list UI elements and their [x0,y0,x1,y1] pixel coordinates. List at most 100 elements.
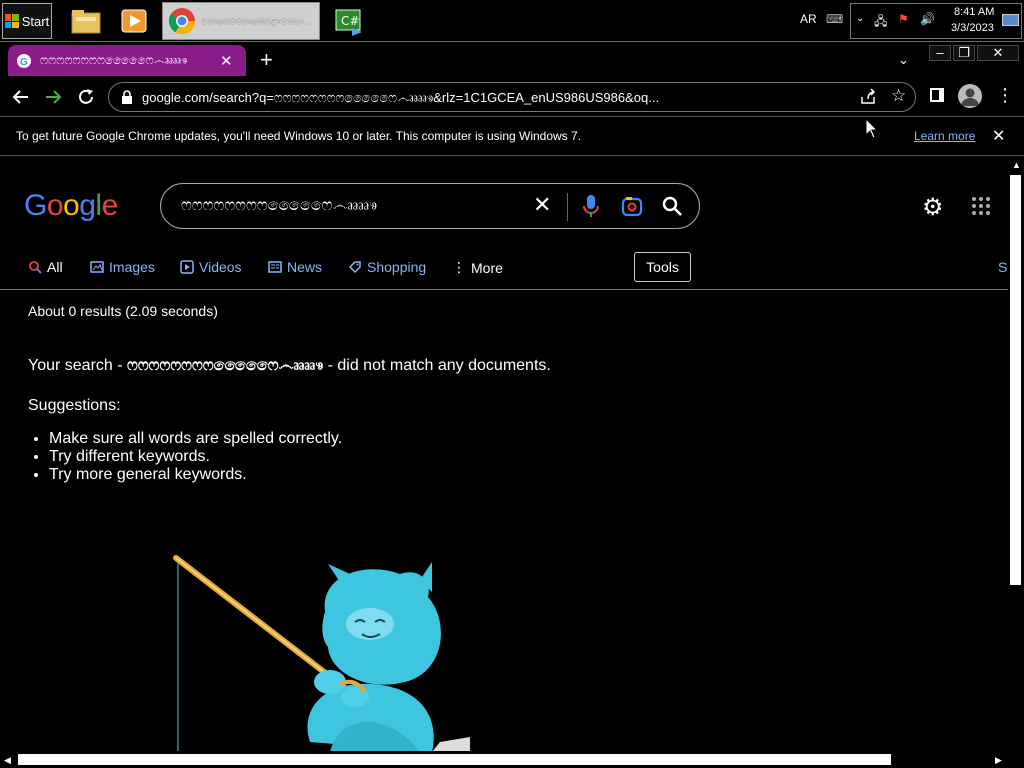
no-match-suffix: - did not match any documents. [323,357,551,374]
lock-icon[interactable] [121,90,133,104]
scroll-right-arrow-icon[interactable]: ▶ [995,755,1002,766]
video-icon [180,260,194,274]
image-icon [90,261,104,273]
vertical-scroll-thumb[interactable] [1010,175,1021,585]
reload-icon [79,89,93,104]
learn-more-link[interactable]: Learn more [914,129,975,143]
start-button[interactable]: Start [2,3,52,39]
new-tab-button[interactable]: + [260,49,273,71]
show-hidden-icons-icon[interactable]: ⌄ [856,13,864,24]
chrome-taskbar-button[interactable]: ශෞෂ෧ෂෙෞෂ෧ළෞෂෙෞ... [162,2,320,40]
tab-images-label: Images [109,259,155,275]
result-stats: About 0 results (2.09 seconds) [28,303,218,319]
bookmark-star-icon[interactable]: ☆ [891,86,906,106]
suggestions-heading: Suggestions: [28,397,121,414]
news-icon [268,261,282,273]
csharp-taskbar-icon[interactable]: C# [330,4,366,38]
suggestion-item: Try more general keywords. [49,466,342,484]
tab-strip: G ෆෆෆෆෆෆෆෆෆෙෙෛෙ෴ෲෲෳ ✕ + ⌄ – ❐ ✕ [0,43,1024,78]
infobar-message: To get future Google Chrome updates, you… [16,129,582,143]
tab-shopping-label: Shopping [367,259,427,275]
tab-close-icon[interactable]: ✕ [220,52,233,70]
minimize-button[interactable]: – [929,45,951,61]
google-apps-icon[interactable] [972,197,990,215]
side-panel-icon[interactable] [930,88,944,102]
clear-search-icon[interactable]: ✕ [533,192,551,218]
search-query-text[interactable]: ෆෆෆෆෆෆෆෆෆෙෙෛෙ෴ෲෲෳ [181,197,377,215]
tab-shopping[interactable]: Shopping [348,259,426,275]
action-center-flag-icon[interactable]: ⚑ [898,12,909,26]
infobar-close-icon[interactable]: ✕ [992,126,1005,146]
clock-time[interactable]: 8:41 AM [954,6,994,18]
profile-avatar-icon[interactable] [958,84,982,108]
tab-images[interactable]: Images [90,259,155,275]
suggestion-item: Make sure all words are spelled correctl… [49,430,342,448]
tab-more[interactable]: ⋮ More [452,259,503,276]
forward-button[interactable] [40,84,66,110]
no-match-message: Your search - ෆෆෆෆෆෆෆෆෆෙෙෛෙ෴ෲෲෳ - did no… [28,357,551,375]
tab-videos[interactable]: Videos [180,259,242,275]
google-logo-letter: e [101,189,119,222]
scroll-up-arrow-icon[interactable]: ▲ [1012,160,1021,170]
volume-icon[interactable]: 🔊 [920,12,935,26]
scroll-left-arrow-icon[interactable]: ◀ [4,755,11,766]
reload-button[interactable] [73,84,99,110]
google-logo[interactable]: Google [24,189,118,223]
share-icon[interactable] [859,88,877,106]
google-logo-letter: G [24,189,47,222]
explorer-taskbar-icon[interactable] [68,4,104,38]
header-divider [0,289,1008,290]
forward-arrow-icon [46,90,62,104]
chrome-menu-icon[interactable]: ⋮ [996,86,1014,104]
taskbar: Start ශෞෂ෧ෂෙෞෂ෧ළෞෂෙෞ... C# AR ⌨ ⌄ 🖧 ⚑ 🔊 … [0,0,1024,42]
more-vert-icon: ⋮ [452,259,466,275]
search-box[interactable]: ෆෆෆෆෆෆෆෆෆෙෙෛෙ෴ෲෲෳ ✕ [160,183,700,229]
tab-news[interactable]: News [268,259,322,275]
clipped-tab-letter[interactable]: S [998,259,1007,275]
media-player-taskbar-icon[interactable] [116,4,152,38]
restore-button[interactable]: ❐ [953,45,975,61]
google-favicon-icon: G [17,53,31,68]
google-results-page: Google ෆෆෆෆෆෆෆෆෆෙෙෛෙ෴ෲෲෳ ✕ ⚙ All Images … [0,157,1008,751]
url-text[interactable]: google.com/search?q=ෆෆෆෆෆෆෆෆෆෙෙෛෙ෴ෲෲෳ&rl… [142,90,802,106]
settings-gear-icon[interactable]: ⚙ [922,193,944,222]
mouse-cursor-icon [865,118,879,139]
browser-toolbar: google.com/search?q=ෆෆෆෆෆෆෆෆෆෙෙෛෙ෴ෲෲෳ&rl… [0,78,1024,116]
horizontal-scroll-thumb[interactable] [18,754,891,765]
show-desktop-button[interactable] [1002,14,1019,26]
close-window-button[interactable]: ✕ [977,45,1019,61]
tab-videos-label: Videos [199,259,242,275]
language-indicator[interactable]: AR [800,12,817,26]
tab-search-chevron-icon[interactable]: ⌄ [898,52,909,68]
media-player-icon [121,9,147,33]
browser-tab-active[interactable]: G ෆෆෆෆෆෆෆෆෆෙෙෛෙ෴ෲෲෳ ✕ [8,45,246,76]
network-icon[interactable]: 🖧 [874,12,887,33]
search-submit-icon[interactable] [661,195,683,217]
back-arrow-icon [12,90,28,104]
csharp-app-icon: C# [335,9,362,36]
microphone-icon[interactable] [581,194,601,220]
tag-icon [348,261,361,274]
tab-title: ෆෆෆෆෆෆෆෆෆෙෙෛෙ෴ෲෲෳ [40,53,188,67]
chrome-icon [168,8,196,35]
suggestion-item: Try different keywords. [49,448,342,466]
back-button[interactable] [8,84,34,110]
windows-logo-icon [4,14,19,28]
search-icon [29,261,42,274]
google-logo-letter: o [46,189,64,222]
google-lens-icon[interactable] [621,196,643,218]
no-match-query: ෆෆෆෆෆෆෆෆෆෙෙෛෙ෴ෲෲෳ [127,357,324,374]
svg-text:G: G [20,57,28,68]
clock-date[interactable]: 3/3/2023 [951,22,994,34]
tools-button[interactable]: Tools [634,252,691,282]
no-match-prefix: Your search - [28,357,128,374]
start-label: Start [21,13,50,29]
search-box-divider [567,193,568,221]
tab-news-label: News [287,259,323,275]
suggestions-list: Make sure all words are spelled correctl… [49,430,342,484]
tab-all[interactable]: All [28,259,63,275]
google-logo-letter: g [79,189,96,222]
tab-all-label: All [47,259,63,275]
keyboard-icon[interactable]: ⌨ [826,12,843,26]
address-bar[interactable]: google.com/search?q=ෆෆෆෆෆෆෆෆෆෙෙෛෙ෴ෲෲෳ&rl… [108,82,916,112]
